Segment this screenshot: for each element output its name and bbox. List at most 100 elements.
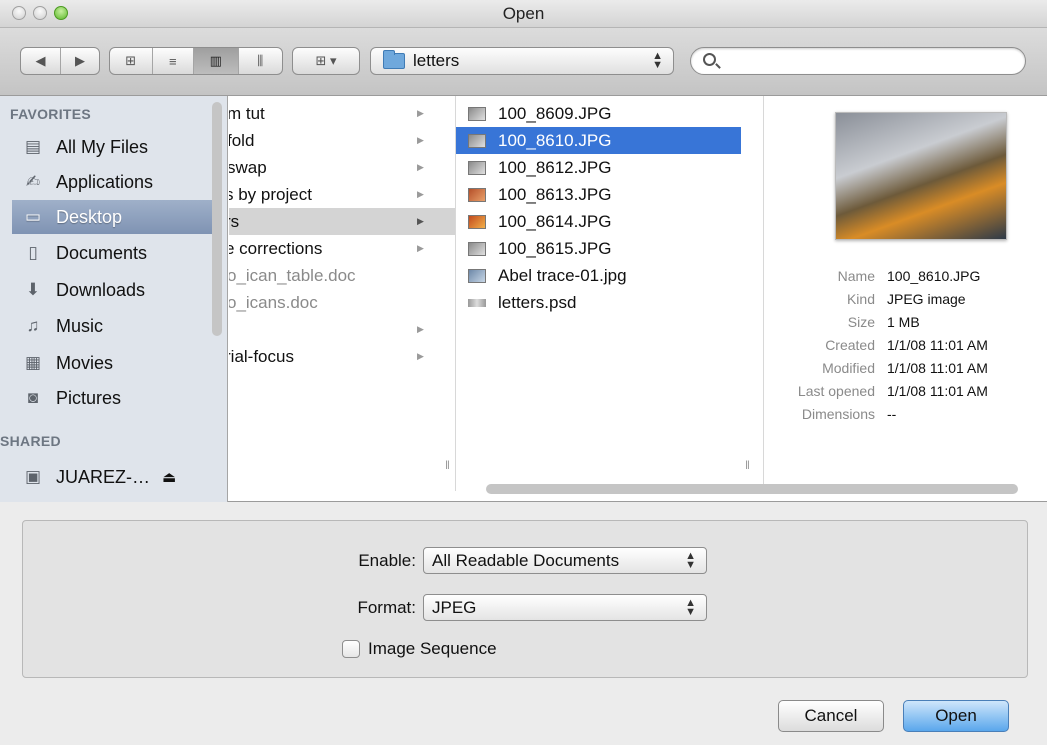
info-row-name: Name 100_8610.JPG xyxy=(837,268,981,284)
info-row-modified: Modified 1/1/08 11:01 AM xyxy=(822,360,988,376)
all-files-icon: ▤ xyxy=(24,137,42,156)
vertical-scrollbar[interactable] xyxy=(212,102,222,336)
list-item[interactable]: ▶ xyxy=(229,316,455,343)
sidebar: FAVORITES ▤ All My Files ✍ Applications … xyxy=(0,96,228,502)
enable-label: Enable: xyxy=(358,551,416,570)
image-sequence-checkbox[interactable] xyxy=(342,640,360,658)
psd-file-icon xyxy=(468,298,486,307)
list-item[interactable]: e corrections ▶ xyxy=(229,235,455,262)
music-icon: ♫ xyxy=(26,316,40,335)
open-button[interactable]: Open xyxy=(903,700,1009,732)
disclosure-arrow-icon: ▶ xyxy=(417,216,424,226)
list-item[interactable]: 100_8614.JPG xyxy=(456,208,763,235)
browser-column-parent: m tut▶ fold▶ swap▶ s by project▶ rs▶ e c… xyxy=(229,96,456,491)
format-label: Format: xyxy=(357,598,416,617)
toolbar: ◀ ▶ ⊞ ≡ ▥ ⫼ ⊞ ▾ letters ▲ ▼ xyxy=(0,28,1047,96)
disclosure-arrow-icon: ▶ xyxy=(417,189,424,199)
file-browser: FAVORITES ▤ All My Files ✍ Applications … xyxy=(0,96,1047,502)
info-row-last-opened: Last opened 1/1/08 11:01 AM xyxy=(797,383,988,399)
forward-button[interactable]: ▶ xyxy=(59,48,99,74)
disclosure-arrow-icon: ▶ xyxy=(417,108,424,118)
list-item[interactable]: o_icans.doc xyxy=(229,289,455,316)
updown-arrows-icon: ▲ ▼ xyxy=(652,50,663,71)
computer-icon: ▣ xyxy=(24,467,42,486)
view-mode-control: ⊞ ≡ ▥ ⫼ xyxy=(109,47,283,75)
info-row-size: Size 1 MB xyxy=(847,314,920,330)
column-resize-handle[interactable]: ǁ xyxy=(745,458,750,472)
list-item[interactable]: 100_8609.JPG xyxy=(456,100,763,127)
disclosure-arrow-icon: ▶ xyxy=(417,351,424,361)
preview-thumbnail xyxy=(835,112,1007,240)
sidebar-item-movies[interactable]: ▦ Movies xyxy=(12,346,216,380)
location-label: letters xyxy=(413,51,460,70)
title-bar: Open xyxy=(0,0,1047,28)
back-button[interactable]: ◀ xyxy=(21,48,60,74)
search-field[interactable] xyxy=(690,47,1026,75)
sidebar-item-desktop[interactable]: ▭ Desktop xyxy=(12,200,216,234)
list-item[interactable]: o_ican_table.doc xyxy=(229,262,455,289)
search-icon xyxy=(703,53,716,66)
image-file-icon xyxy=(468,241,486,256)
format-popup[interactable]: JPEG ▲ ▼ xyxy=(423,594,707,621)
disclosure-arrow-icon: ▶ xyxy=(417,162,424,172)
sidebar-item-music[interactable]: ♫ Music xyxy=(12,309,216,343)
list-item[interactable]: s by project ▶ xyxy=(229,181,455,208)
favorites-header: FAVORITES xyxy=(10,106,92,122)
list-item[interactable]: Abel trace-01.jpg xyxy=(456,262,763,289)
list-item-selected[interactable]: rs▶ xyxy=(229,208,455,235)
history-nav: ◀ ▶ xyxy=(20,47,100,75)
list-item[interactable]: 100_8615.JPG xyxy=(456,235,763,262)
browser-column-files: 100_8609.JPG 100_8610.JPG 100_8612.JPG 1… xyxy=(456,96,764,491)
applications-icon: ✍ xyxy=(25,172,41,191)
sidebar-item-shared-computer[interactable]: ▣ JUAREZ-… ⏏ xyxy=(12,460,216,494)
sidebar-item-pictures[interactable]: ◙ Pictures xyxy=(12,381,216,415)
window-title: Open xyxy=(502,4,545,23)
list-item[interactable]: rial-focus ▶ xyxy=(229,343,455,370)
list-item[interactable]: letters.psd xyxy=(456,289,763,316)
image-file-icon xyxy=(468,106,486,121)
pictures-icon: ◙ xyxy=(27,388,39,407)
list-item[interactable]: m tut ▶ xyxy=(229,100,455,127)
enable-popup[interactable]: All Readable Documents ▲ ▼ xyxy=(423,547,707,574)
updown-arrows-icon: ▲ ▼ xyxy=(685,550,696,571)
sidebar-item-all-my-files[interactable]: ▤ All My Files xyxy=(12,130,216,164)
list-item[interactable]: fold ▶ xyxy=(229,127,455,154)
list-item[interactable]: 100_8612.JPG xyxy=(456,154,763,181)
location-popup[interactable]: letters ▲ ▼ xyxy=(370,47,674,75)
sidebar-item-downloads[interactable]: ⬇ Downloads xyxy=(12,273,216,307)
folder-icon xyxy=(383,50,405,69)
horizontal-scrollbar[interactable] xyxy=(486,484,1018,494)
desktop-icon: ▭ xyxy=(24,207,42,226)
list-view-button[interactable]: ≡ xyxy=(151,48,194,74)
disclosure-arrow-icon: ▶ xyxy=(417,324,424,334)
cancel-button[interactable]: Cancel xyxy=(778,700,884,732)
arrange-icon: ⊞ ▾ xyxy=(315,53,337,68)
image-file-icon xyxy=(468,187,486,202)
sidebar-item-documents[interactable]: ▯ Documents xyxy=(12,236,216,270)
info-row-created: Created 1/1/08 11:01 AM xyxy=(825,337,988,353)
column-view-button[interactable]: ▥ xyxy=(193,48,238,74)
list-item-selected[interactable]: 100_8610.JPG xyxy=(456,127,741,154)
icon-view-button[interactable]: ⊞ xyxy=(110,48,152,74)
disclosure-arrow-icon: ▶ xyxy=(417,135,424,145)
disclosure-arrow-icon: ▶ xyxy=(417,243,424,253)
list-item[interactable]: swap ▶ xyxy=(229,154,455,181)
updown-arrows-icon: ▲ ▼ xyxy=(685,597,696,618)
shared-header: SHARED xyxy=(0,433,61,449)
image-file-icon xyxy=(468,214,486,229)
coverflow-view-button[interactable]: ⫼ xyxy=(237,48,282,74)
documents-icon: ▯ xyxy=(28,243,38,262)
arrange-menu[interactable]: ⊞ ▾ xyxy=(292,47,360,75)
info-row-dimensions: Dimensions -- xyxy=(801,406,897,422)
sidebar-item-applications[interactable]: ✍ Applications xyxy=(12,165,216,199)
image-file-icon xyxy=(468,160,486,175)
eject-icon[interactable]: ⏏ xyxy=(162,468,176,486)
downloads-icon: ⬇ xyxy=(25,280,41,299)
column-resize-handle[interactable]: ǁ xyxy=(445,458,450,472)
image-file-icon xyxy=(468,133,486,148)
info-row-kind: Kind JPEG image xyxy=(846,291,966,307)
movies-icon: ▦ xyxy=(24,353,42,372)
image-file-icon xyxy=(468,268,486,283)
list-item[interactable]: 100_8613.JPG xyxy=(456,181,763,208)
image-sequence-label: Image Sequence xyxy=(368,639,497,658)
